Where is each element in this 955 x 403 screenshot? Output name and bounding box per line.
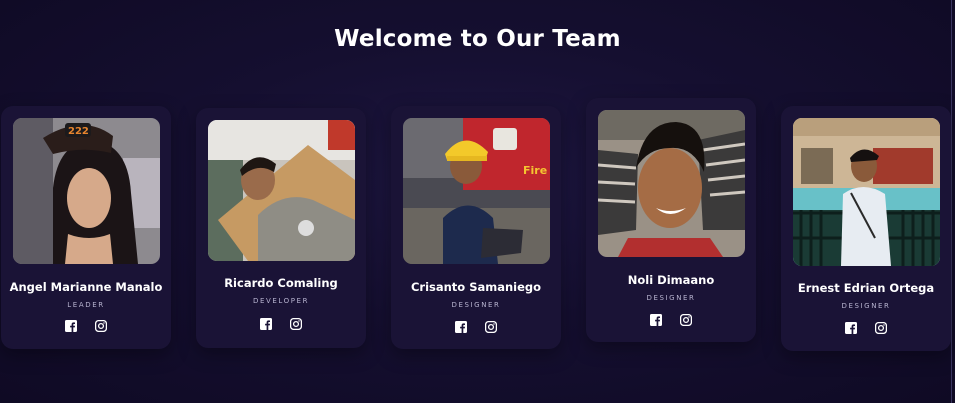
team-card-noli: Noli Dimaano DESIGNER xyxy=(586,98,756,342)
facebook-icon[interactable] xyxy=(260,318,272,330)
member-photo xyxy=(793,118,940,266)
instagram-icon[interactable] xyxy=(875,322,887,334)
team-card-angel: 222 Angel Marianne Manalo LEADER xyxy=(1,106,171,349)
member-name: Ernest Edrian Ortega xyxy=(797,281,935,295)
team-card-ernest: Ernest Edrian Ortega DESIGNER xyxy=(781,106,951,351)
member-photo xyxy=(598,110,745,257)
team-card-ricardo: Ricardo Comaling DEVELOPER xyxy=(196,108,366,348)
social-links xyxy=(781,322,951,336)
member-photo: Fire xyxy=(403,118,550,264)
member-name: Ricardo Comaling xyxy=(224,276,338,290)
instagram-icon[interactable] xyxy=(485,321,497,333)
facebook-icon[interactable] xyxy=(650,314,662,326)
social-links xyxy=(586,314,756,328)
member-name: Angel Marianne Manalo xyxy=(9,280,163,294)
facebook-icon[interactable] xyxy=(455,321,467,333)
member-photo xyxy=(208,120,355,261)
window-edge xyxy=(951,0,952,403)
instagram-icon[interactable] xyxy=(680,314,692,326)
member-role: DESIGNER xyxy=(646,294,696,302)
facebook-icon[interactable] xyxy=(845,322,857,334)
page-title: Welcome to Our Team xyxy=(334,26,621,52)
social-links xyxy=(1,320,171,334)
member-name: Noli Dimaano xyxy=(627,273,715,287)
svg-text:222: 222 xyxy=(68,126,89,137)
member-role: DESIGNER xyxy=(841,302,891,310)
member-photo: 222 xyxy=(13,118,160,264)
facebook-icon[interactable] xyxy=(65,320,77,332)
member-role: LEADER xyxy=(67,301,105,309)
svg-text:Fire: Fire xyxy=(523,164,547,177)
member-role: DESIGNER xyxy=(451,301,501,309)
social-links xyxy=(196,318,366,332)
team-card-crisanto: Fire Crisanto Samaniego DESIGNER xyxy=(391,106,561,349)
member-role: DEVELOPER xyxy=(252,297,310,305)
social-links xyxy=(391,321,561,335)
instagram-icon[interactable] xyxy=(290,318,302,330)
instagram-icon[interactable] xyxy=(95,320,107,332)
member-name: Crisanto Samaniego xyxy=(410,280,542,294)
